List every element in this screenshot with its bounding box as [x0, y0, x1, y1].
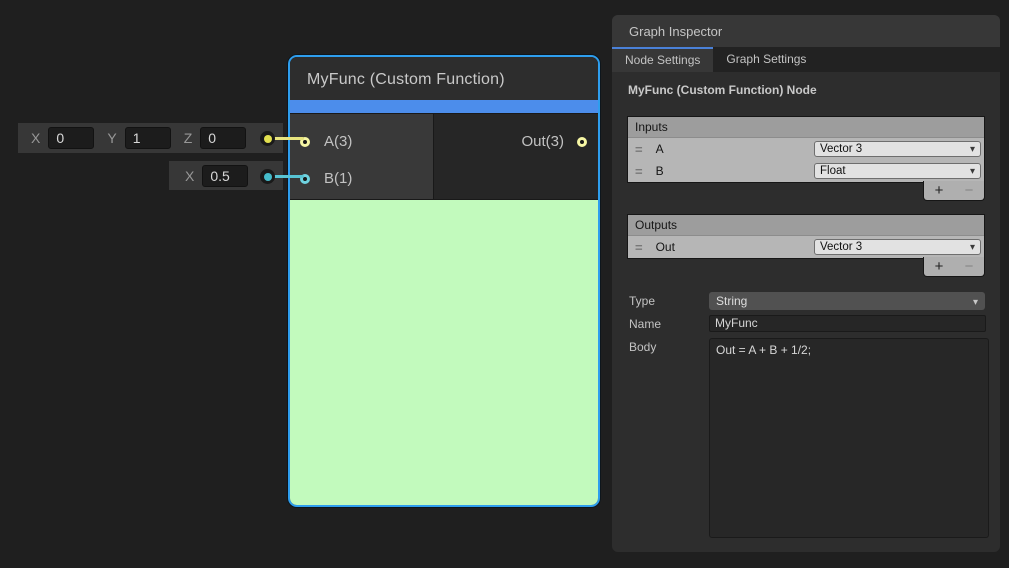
vector-z-label: Z	[184, 130, 193, 146]
dropdown-arrow-icon: ▾	[970, 241, 975, 255]
input-row-b[interactable]: = B Float ▾	[628, 160, 984, 182]
type-dropdown[interactable]: String ▾	[709, 292, 985, 310]
dropdown-value: Vector 3	[820, 241, 862, 253]
remove-output-button[interactable]: −	[965, 260, 974, 274]
drag-handle-icon[interactable]: =	[635, 142, 643, 157]
name-input[interactable]: MyFunc	[709, 315, 986, 332]
dropdown-arrow-icon: ▾	[970, 143, 975, 157]
port-b-label: B(1)	[324, 170, 352, 187]
vector-x-field[interactable]: 0	[48, 127, 94, 149]
name-label: Name	[629, 317, 661, 331]
dropdown-value: String	[716, 294, 747, 308]
dropdown-arrow-icon: ▾	[970, 165, 975, 179]
dropdown-arrow-icon: ▾	[973, 294, 978, 312]
vector3-output-port-icon[interactable]	[260, 131, 275, 146]
node-input-ports: A(3) B(1)	[290, 114, 433, 199]
tab-graph-settings[interactable]: Graph Settings	[713, 47, 819, 72]
port-a-label: A(3)	[324, 133, 352, 150]
node-settings-heading: MyFunc (Custom Function) Node	[628, 83, 817, 97]
graph-inspector-panel: Graph Inspector Node Settings Graph Sett…	[612, 15, 1000, 552]
float-output-port-icon[interactable]	[260, 169, 275, 184]
remove-input-button[interactable]: −	[965, 184, 974, 198]
vector3-input-widget: X 0 Y 1 Z 0	[18, 123, 283, 153]
body-label: Body	[629, 340, 656, 354]
output-row-out[interactable]: = Out Vector 3 ▾	[628, 236, 984, 258]
node-ports-area: A(3) B(1) Out(3)	[290, 113, 598, 199]
port-dot-core	[264, 135, 272, 143]
input-row-a[interactable]: = A Vector 3 ▾	[628, 138, 984, 160]
inputs-list-header: Inputs	[628, 117, 984, 138]
vector-y-label: Y	[107, 130, 116, 146]
inputs-list-footer: + −	[923, 181, 985, 201]
shader-graph-editor: X 0 Y 1 Z 0 X 0.5 MyFunc (Custom Functio…	[0, 0, 1009, 568]
node-preview	[290, 199, 598, 505]
node-title: MyFunc (Custom Function)	[290, 57, 598, 100]
dropdown-value: Float	[820, 165, 846, 177]
body-textarea[interactable]: Out = A + B + 1/2;	[709, 338, 989, 538]
port-dot-core	[264, 173, 272, 181]
custom-function-node[interactable]: MyFunc (Custom Function) A(3) B(1) Out(3…	[288, 55, 600, 507]
output-port-out[interactable]: Out(3)	[434, 123, 598, 160]
inspector-title: Graph Inspector	[612, 15, 1000, 47]
output-type-dropdown[interactable]: Vector 3 ▾	[814, 239, 981, 255]
input-row-name: A	[656, 142, 664, 156]
inspector-tabs: Node Settings Graph Settings	[612, 47, 1000, 72]
outputs-list: Outputs = Out Vector 3 ▾	[627, 214, 985, 259]
add-output-button[interactable]: +	[935, 260, 944, 274]
tab-node-settings[interactable]: Node Settings	[612, 47, 713, 72]
output-row-name: Out	[656, 240, 675, 254]
input-a-type-dropdown[interactable]: Vector 3 ▾	[814, 141, 981, 157]
vector-z-field[interactable]: 0	[200, 127, 246, 149]
input-b-type-dropdown[interactable]: Float ▾	[814, 163, 981, 179]
node-accent-bar	[290, 100, 598, 113]
add-input-button[interactable]: +	[935, 184, 944, 198]
drag-handle-icon[interactable]: =	[635, 164, 643, 179]
input-port-b[interactable]: B(1)	[290, 160, 433, 197]
float-x-field[interactable]: 0.5	[202, 165, 248, 187]
input-port-a[interactable]: A(3)	[290, 123, 433, 160]
drag-handle-icon[interactable]: =	[635, 240, 643, 255]
vector-y-field[interactable]: 1	[125, 127, 171, 149]
inputs-list: Inputs = A Vector 3 ▾ = B Float ▾	[627, 116, 985, 183]
outputs-list-footer: + −	[923, 257, 985, 277]
dropdown-value: Vector 3	[820, 143, 862, 155]
outputs-list-header: Outputs	[628, 215, 984, 236]
float-x-label: X	[185, 168, 194, 184]
port-out-label: Out(3)	[521, 133, 564, 150]
type-label: Type	[629, 294, 655, 308]
node-output-ports: Out(3)	[433, 114, 598, 199]
vector-x-label: X	[31, 130, 40, 146]
input-row-name: B	[656, 164, 664, 178]
port-out-ring-icon[interactable]	[577, 137, 587, 147]
